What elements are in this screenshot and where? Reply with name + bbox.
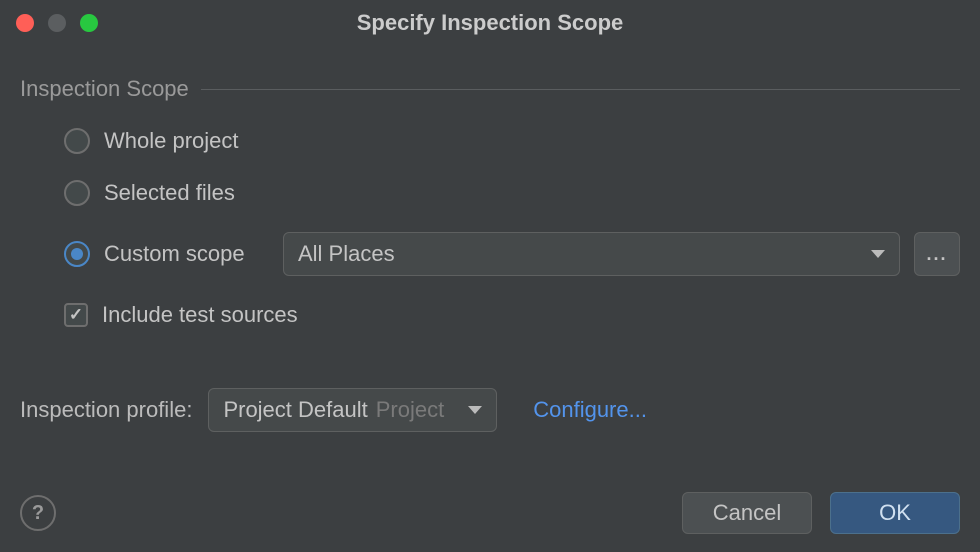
divider [201,89,960,90]
section-title: Inspection Scope [20,76,189,102]
radio-custom-scope[interactable] [64,241,90,267]
chevron-down-icon [468,406,482,414]
cancel-button[interactable]: Cancel [682,492,812,534]
ok-button[interactable]: OK [830,492,960,534]
minimize-window-button[interactable] [48,14,66,32]
dropdown-value: All Places [298,241,395,267]
include-test-sources-checkbox[interactable]: Include test sources [64,302,960,328]
radio-label: Selected files [104,180,235,206]
radio-icon [64,180,90,206]
radio-icon [64,128,90,154]
configure-link[interactable]: Configure... [533,397,647,423]
radio-label: Custom scope [104,241,269,267]
custom-scope-dropdown[interactable]: All Places [283,232,900,276]
window-title: Specify Inspection Scope [0,0,980,46]
checkbox-label: Include test sources [102,302,298,328]
section-header: Inspection Scope [20,76,960,102]
help-button[interactable]: ? [20,495,56,531]
radio-label: Whole project [104,128,239,154]
chevron-down-icon [871,250,885,258]
radio-whole-project[interactable]: Whole project [64,128,960,154]
dropdown-sub-value: Project [376,397,444,423]
inspection-profile-dropdown[interactable]: Project Default Project [208,388,497,432]
checkbox-icon [64,303,88,327]
traffic-lights [16,14,98,32]
inspection-profile-label: Inspection profile: [20,397,192,423]
dropdown-value: Project Default [223,397,367,423]
close-window-button[interactable] [16,14,34,32]
more-scopes-button[interactable]: ... [914,232,960,276]
maximize-window-button[interactable] [80,14,98,32]
radio-selected-files[interactable]: Selected files [64,180,960,206]
